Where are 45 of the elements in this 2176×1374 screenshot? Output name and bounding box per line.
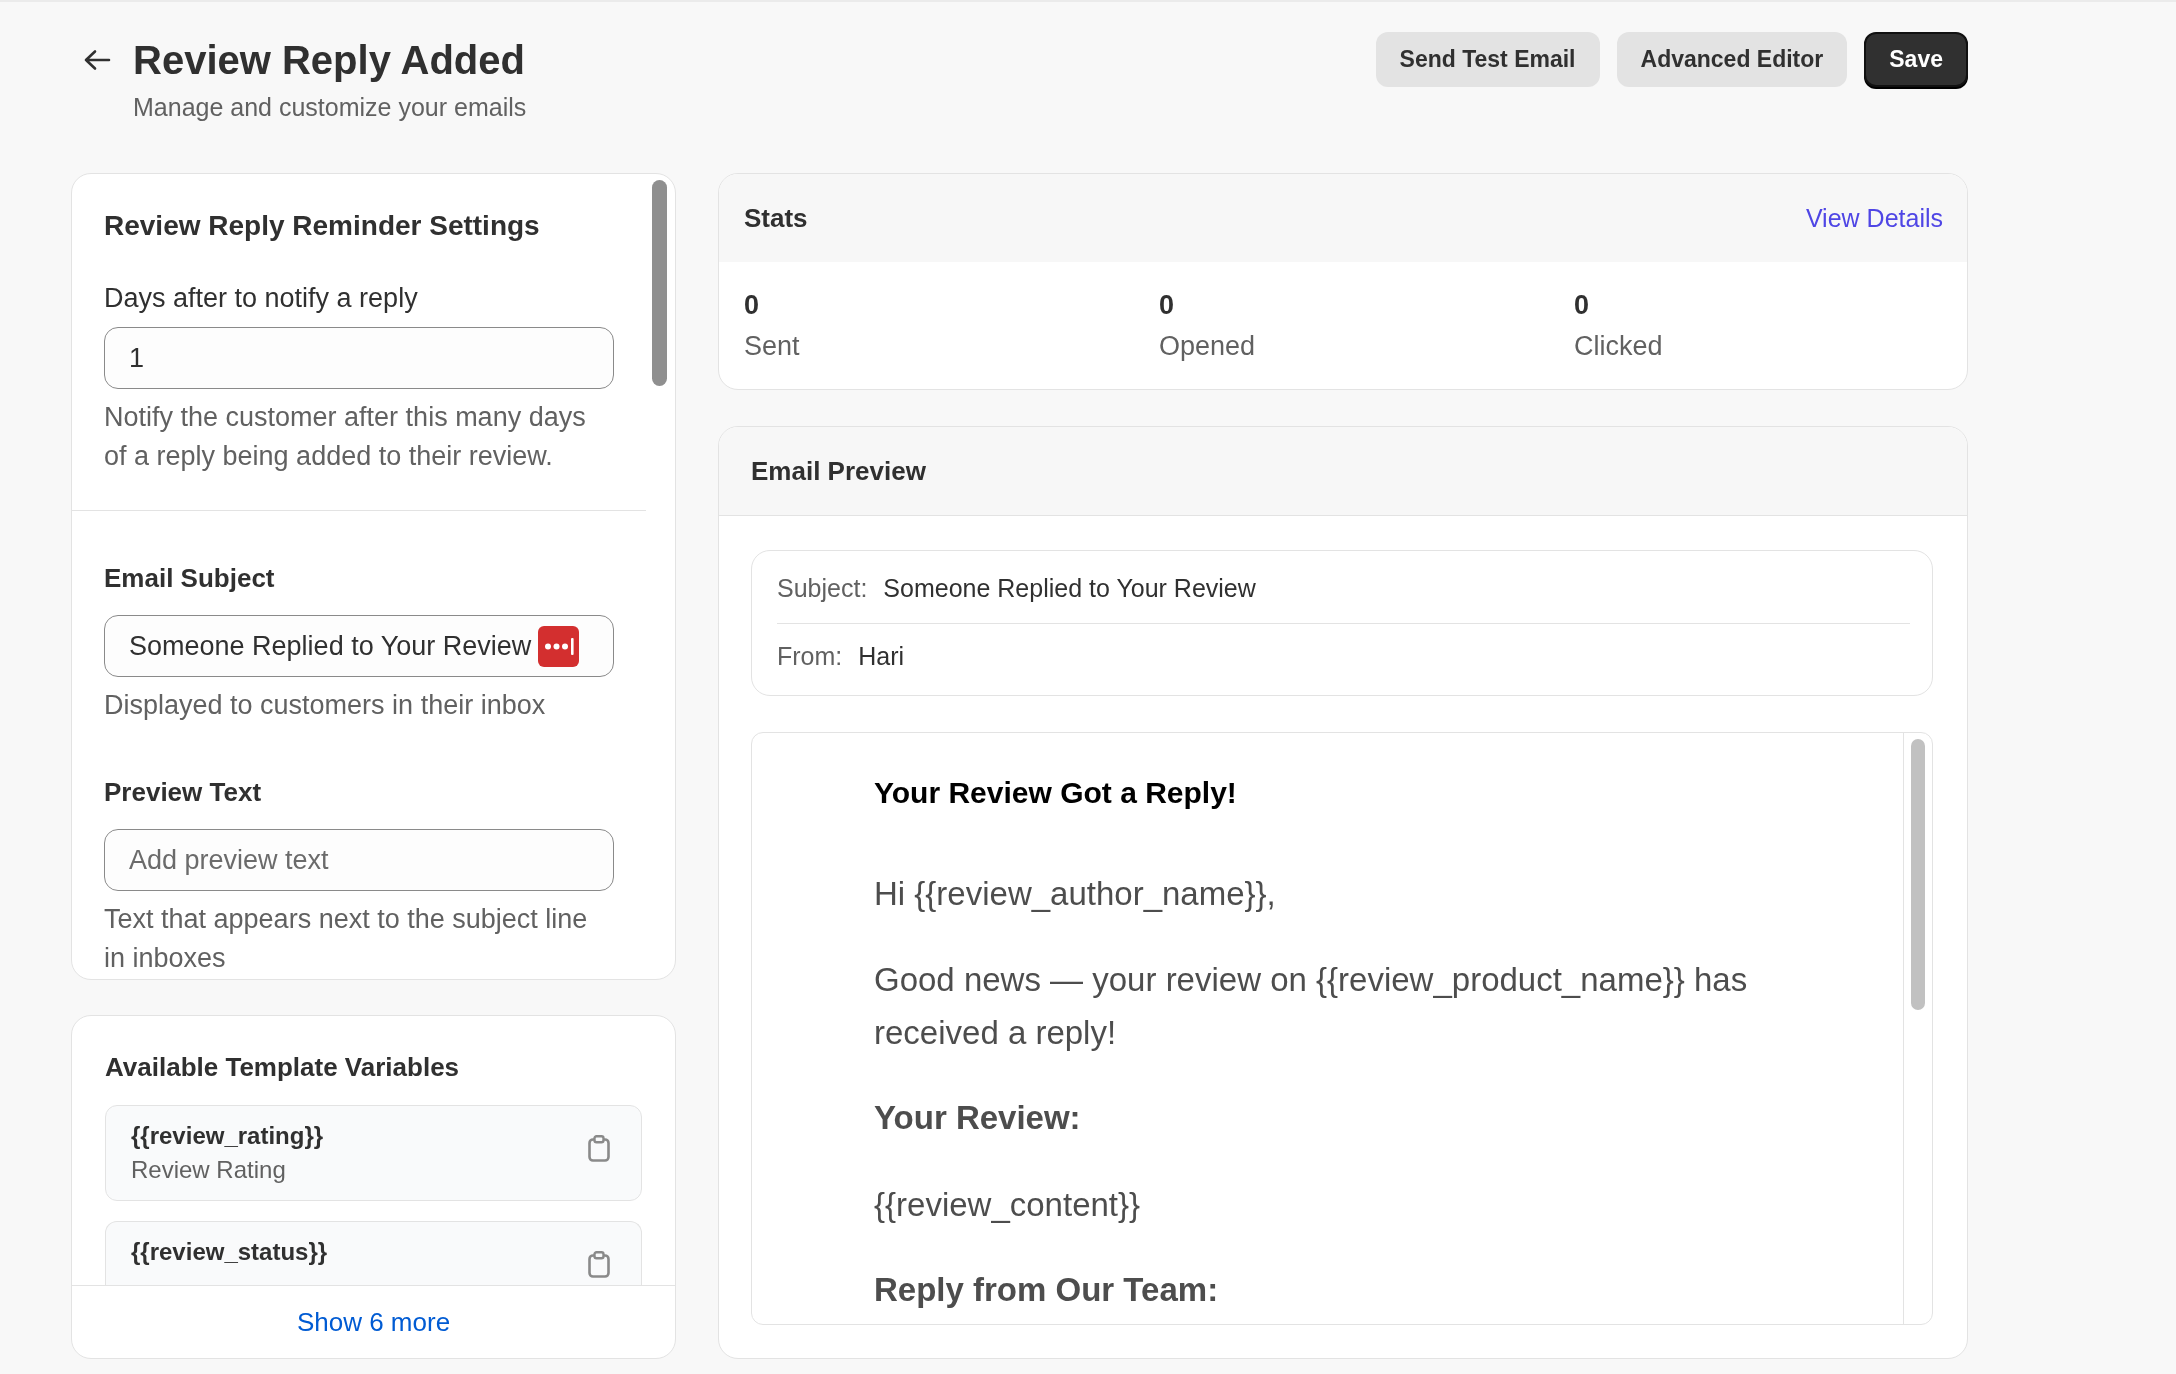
- action-button[interactable]: Send Test Email: [1375, 32, 1600, 87]
- input-field[interactable]: Someone Replied to Your Review: [104, 615, 614, 677]
- field-label: Days after to notify a reply: [104, 282, 419, 315]
- action-button[interactable]: Advanced Editor: [1616, 32, 1848, 87]
- email-heading: Your Review:: [874, 1098, 1082, 1138]
- stat-label: Clicked: [1574, 330, 1664, 363]
- email-paragraph: Hi {{review_author_name}},: [874, 874, 1277, 914]
- variable-description: Review Rating: [131, 1155, 287, 1185]
- clipboard-icon[interactable]: [588, 1135, 610, 1162]
- page-title: Review Reply Added: [133, 37, 526, 84]
- scrollbar-thumb[interactable]: [652, 180, 667, 386]
- view-details-link[interactable]: View Details: [1805, 202, 1943, 234]
- input-field[interactable]: 1: [104, 327, 614, 389]
- help-text: Notify the customer after this many days of a reply being added to their review.: [104, 401, 587, 473]
- meta-value: Someone Replied to Your Review: [883, 573, 1256, 604]
- stat-label: Opened: [1159, 330, 1257, 363]
- scrollbar-thumb[interactable]: [1911, 739, 1925, 1010]
- back-arrow-icon[interactable]: [83, 48, 111, 72]
- clipboard-icon[interactable]: [588, 1251, 610, 1278]
- variable-name: {{review_status}}: [131, 1237, 328, 1267]
- page-subtitle: Manage and customize your emails: [133, 92, 527, 123]
- show-more-link[interactable]: Show 6 more: [296, 1306, 451, 1338]
- help-text: Displayed to customers in their inbox: [104, 689, 547, 722]
- card-title: Email Preview: [751, 455, 926, 488]
- email-paragraph: Good news — your review on {{review_product_name}} has received a reply!: [874, 960, 1749, 1053]
- email-title: Your Review Got a Reply!: [874, 775, 1238, 811]
- email-paragraph: {{review_content}}: [874, 1185, 1142, 1225]
- stat-label: Sent: [744, 330, 801, 363]
- stat-value: 0: [1574, 289, 1591, 322]
- email-heading: Reply from Our Team:: [874, 1270, 1220, 1310]
- card-title: Stats: [744, 202, 808, 235]
- stat-value: 0: [744, 289, 761, 322]
- variable-name: {{review_rating}}: [131, 1121, 324, 1151]
- meta-label: From:: [777, 641, 843, 672]
- field-label: Preview Text: [104, 776, 263, 809]
- field-label: Email Subject: [104, 562, 276, 595]
- save-button[interactable]: Save: [1864, 32, 1968, 87]
- input-field[interactable]: Add preview text: [104, 829, 614, 891]
- stat-value: 0: [1159, 289, 1176, 322]
- meta-label: Subject:: [777, 573, 868, 604]
- help-text: Text that appears next to the subject line in inboxes: [104, 903, 589, 975]
- card-title: Available Template Variables: [105, 1051, 461, 1084]
- card-title: Review Reply Reminder Settings: [104, 209, 541, 243]
- dots-icon[interactable]: [538, 626, 579, 667]
- meta-value: Hari: [858, 641, 905, 672]
